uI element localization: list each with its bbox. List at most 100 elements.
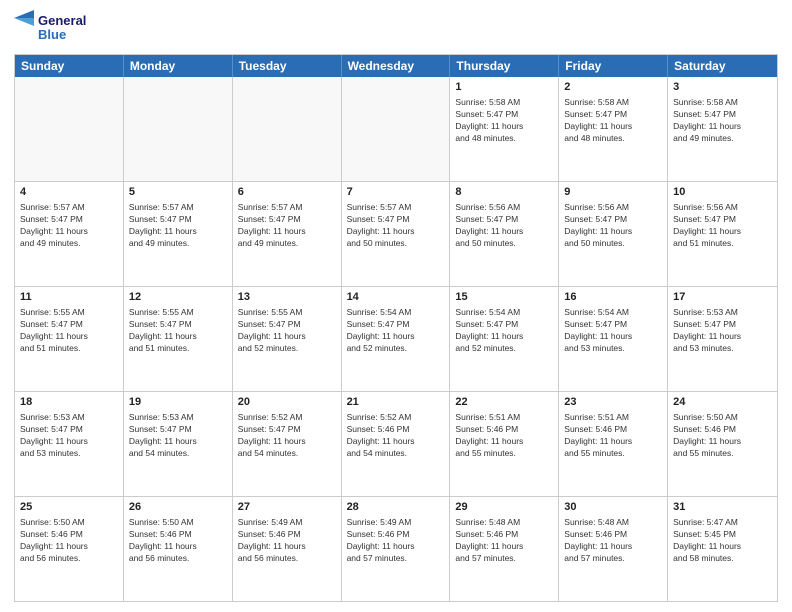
cal-cell-14: 14Sunrise: 5:54 AMSunset: 5:47 PMDayligh… — [342, 287, 451, 391]
cell-info: Sunrise: 5:50 AMSunset: 5:46 PMDaylight:… — [20, 517, 118, 565]
day-number: 26 — [129, 500, 227, 515]
cell-info: Sunrise: 5:58 AMSunset: 5:47 PMDaylight:… — [455, 97, 553, 145]
day-number: 3 — [673, 80, 772, 95]
cal-cell-2: 2 Sunrise: 5:58 AMSunset: 5:47 PMDaylight… — [559, 77, 668, 181]
cell-info: Sunrise: 5:53 AMSunset: 5:47 PMDaylight:… — [673, 307, 772, 355]
cell-info: Sunrise: 5:58 AMSunset: 5:47 PMDaylight:… — [673, 97, 772, 145]
cell-info: Sunrise: 5:48 AMSunset: 5:46 PMDaylight:… — [564, 517, 662, 565]
cal-row-4: 25 Sunrise: 5:50 AMSunset: 5:46 PMDayligh… — [15, 497, 777, 601]
day-number: 2 — [564, 80, 662, 95]
logo: General Blue — [14, 10, 86, 46]
day-number: 5 — [129, 185, 227, 200]
cell-info: Sunrise: 5:52 AMSunset: 5:47 PMDaylight:… — [238, 412, 336, 460]
cell-info: Sunrise: 5:56 AMSunset: 5:47 PMDaylight:… — [564, 202, 662, 250]
cal-header-wednesday: Wednesday — [342, 55, 451, 77]
cal-cell-16: 16 Sunrise: 5:54 AMSunset: 5:47 PMDayligh… — [559, 287, 668, 391]
day-number: 27 — [238, 500, 336, 515]
cal-header-friday: Friday — [559, 55, 668, 77]
day-number: 8 — [455, 185, 553, 200]
logo-icon — [14, 10, 34, 46]
day-number: 10 — [673, 185, 772, 200]
calendar-header-row: SundayMondayTuesdayWednesdayThursdayFrid… — [15, 55, 777, 77]
cal-cell-30: 30 Sunrise: 5:48 AMSunset: 5:46 PMDayligh… — [559, 497, 668, 601]
cal-row-0: 1 Sunrise: 5:58 AMSunset: 5:47 PMDaylight… — [15, 77, 777, 182]
day-number: 18 — [20, 395, 118, 410]
calendar-body: 1 Sunrise: 5:58 AMSunset: 5:47 PMDaylight… — [15, 77, 777, 601]
day-number: 23 — [564, 395, 662, 410]
cal-cell-12: 12 Sunrise: 5:55 AMSunset: 5:47 PMDayligh… — [124, 287, 233, 391]
day-number: 28 — [347, 500, 445, 515]
calendar: SundayMondayTuesdayWednesdayThursdayFrid… — [14, 54, 778, 602]
day-number: 6 — [238, 185, 336, 200]
page: General Blue SundayMondayTuesdayWednesda… — [0, 0, 792, 612]
cal-cell-17: 17 Sunrise: 5:53 AMSunset: 5:47 PMDayligh… — [668, 287, 777, 391]
cal-cell-31: 31 Sunrise: 5:47 AMSunset: 5:45 PMDayligh… — [668, 497, 777, 601]
cal-cell-11: 11 Sunrise: 5:55 AMSunset: 5:47 PMDayligh… — [15, 287, 124, 391]
cal-header-saturday: Saturday — [668, 55, 777, 77]
cal-cell-5: 5Sunrise: 5:57 AMSunset: 5:47 PMDaylight… — [124, 182, 233, 286]
cell-info: Sunrise: 5:56 AMSunset: 5:47 PMDaylight:… — [673, 202, 772, 250]
cal-cell-1: 1 Sunrise: 5:58 AMSunset: 5:47 PMDaylight… — [450, 77, 559, 181]
cal-header-sunday: Sunday — [15, 55, 124, 77]
cell-info: Sunrise: 5:52 AMSunset: 5:46 PMDaylight:… — [347, 412, 445, 460]
cal-cell-4: 4 Sunrise: 5:57 AMSunset: 5:47 PMDaylight… — [15, 182, 124, 286]
cal-cell-23: 23 Sunrise: 5:51 AMSunset: 5:46 PMDayligh… — [559, 392, 668, 496]
cell-info: Sunrise: 5:50 AMSunset: 5:46 PMDaylight:… — [129, 517, 227, 565]
cal-cell-28: 28 Sunrise: 5:49 AMSunset: 5:46 PMDayligh… — [342, 497, 451, 601]
cal-cell-8: 8 Sunrise: 5:56 AMSunset: 5:47 PMDaylight… — [450, 182, 559, 286]
cal-cell-empty — [342, 77, 451, 181]
cal-cell-empty — [233, 77, 342, 181]
day-number: 13 — [238, 290, 336, 305]
cal-header-tuesday: Tuesday — [233, 55, 342, 77]
day-number: 7 — [347, 185, 445, 200]
day-number: 15 — [455, 290, 553, 305]
cal-cell-18: 18Sunrise: 5:53 AMSunset: 5:47 PMDayligh… — [15, 392, 124, 496]
day-number: 31 — [673, 500, 772, 515]
cal-header-monday: Monday — [124, 55, 233, 77]
cal-row-2: 11 Sunrise: 5:55 AMSunset: 5:47 PMDayligh… — [15, 287, 777, 392]
cal-cell-3: 3 Sunrise: 5:58 AMSunset: 5:47 PMDaylight… — [668, 77, 777, 181]
day-number: 1 — [455, 80, 553, 95]
cell-info: Sunrise: 5:58 AMSunset: 5:47 PMDaylight:… — [564, 97, 662, 145]
cal-cell-20: 20 Sunrise: 5:52 AMSunset: 5:47 PMDayligh… — [233, 392, 342, 496]
day-number: 12 — [129, 290, 227, 305]
day-number: 16 — [564, 290, 662, 305]
day-number: 29 — [455, 500, 553, 515]
cal-cell-22: 22Sunrise: 5:51 AMSunset: 5:46 PMDayligh… — [450, 392, 559, 496]
cell-info: Sunrise: 5:54 AMSunset: 5:47 PMDaylight:… — [564, 307, 662, 355]
cal-row-3: 18Sunrise: 5:53 AMSunset: 5:47 PMDayligh… — [15, 392, 777, 497]
header: General Blue — [14, 10, 778, 46]
cell-info: Sunrise: 5:57 AMSunset: 5:47 PMDaylight:… — [20, 202, 118, 250]
logo-text: General Blue — [38, 14, 86, 43]
day-number: 4 — [20, 185, 118, 200]
cell-info: Sunrise: 5:48 AMSunset: 5:46 PMDaylight:… — [455, 517, 553, 565]
cell-info: Sunrise: 5:55 AMSunset: 5:47 PMDaylight:… — [238, 307, 336, 355]
day-number: 25 — [20, 500, 118, 515]
cell-info: Sunrise: 5:56 AMSunset: 5:47 PMDaylight:… — [455, 202, 553, 250]
day-number: 24 — [673, 395, 772, 410]
cal-row-1: 4 Sunrise: 5:57 AMSunset: 5:47 PMDaylight… — [15, 182, 777, 287]
cell-info: Sunrise: 5:47 AMSunset: 5:45 PMDaylight:… — [673, 517, 772, 565]
cal-cell-29: 29 Sunrise: 5:48 AMSunset: 5:46 PMDayligh… — [450, 497, 559, 601]
cell-info: Sunrise: 5:49 AMSunset: 5:46 PMDaylight:… — [238, 517, 336, 565]
day-number: 30 — [564, 500, 662, 515]
cell-info: Sunrise: 5:54 AMSunset: 5:47 PMDaylight:… — [347, 307, 445, 355]
day-number: 20 — [238, 395, 336, 410]
cal-cell-21: 21Sunrise: 5:52 AMSunset: 5:46 PMDayligh… — [342, 392, 451, 496]
logo-container: General Blue — [14, 10, 86, 46]
day-number: 17 — [673, 290, 772, 305]
cal-cell-13: 13 Sunrise: 5:55 AMSunset: 5:47 PMDayligh… — [233, 287, 342, 391]
cal-cell-9: 9Sunrise: 5:56 AMSunset: 5:47 PMDaylight… — [559, 182, 668, 286]
cell-info: Sunrise: 5:49 AMSunset: 5:46 PMDaylight:… — [347, 517, 445, 565]
cal-header-thursday: Thursday — [450, 55, 559, 77]
cell-info: Sunrise: 5:57 AMSunset: 5:47 PMDaylight:… — [347, 202, 445, 250]
cell-info: Sunrise: 5:55 AMSunset: 5:47 PMDaylight:… — [129, 307, 227, 355]
cell-info: Sunrise: 5:55 AMSunset: 5:47 PMDaylight:… — [20, 307, 118, 355]
cal-cell-7: 7 Sunrise: 5:57 AMSunset: 5:47 PMDaylight… — [342, 182, 451, 286]
cal-cell-26: 26 Sunrise: 5:50 AMSunset: 5:46 PMDayligh… — [124, 497, 233, 601]
cell-info: Sunrise: 5:51 AMSunset: 5:46 PMDaylight:… — [564, 412, 662, 460]
cal-cell-19: 19Sunrise: 5:53 AMSunset: 5:47 PMDayligh… — [124, 392, 233, 496]
day-number: 11 — [20, 290, 118, 305]
cal-cell-empty — [15, 77, 124, 181]
day-number: 19 — [129, 395, 227, 410]
